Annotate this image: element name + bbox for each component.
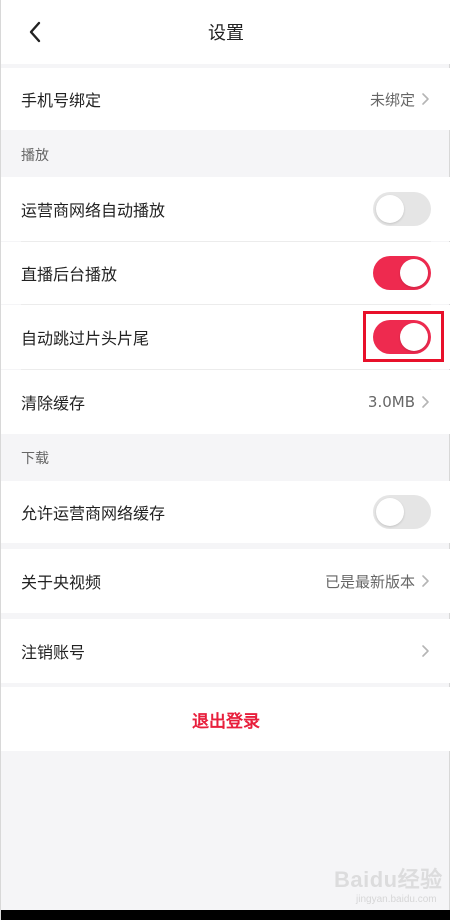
section-title-download: 下载 [21, 451, 49, 467]
phone-binding-label: 手机号绑定 [21, 91, 102, 110]
about-row[interactable]: 关于央视频 已是最新版本 [1, 549, 450, 613]
clear-cache-row[interactable]: 清除缓存 3.0MB [1, 370, 450, 434]
clear-cache-label: 清除缓存 [21, 394, 86, 413]
watermark-logo: Baidu经验 [334, 867, 443, 892]
live-background-toggle[interactable] [373, 256, 431, 290]
logout-label: 退出登录 [192, 711, 260, 732]
toggle-knob [400, 259, 428, 287]
cancel-account-row[interactable]: 注销账号 [1, 619, 450, 683]
carrier-autoplay-toggle[interactable] [373, 192, 431, 226]
chevron-right-icon [422, 93, 429, 105]
nav-header: 设置 [1, 0, 450, 64]
watermark-url: jingyan.baidu.com [356, 894, 437, 905]
bottom-bar [1, 910, 450, 920]
baidu-watermark: Baidu经验 jingyan.baidu.com [334, 862, 444, 910]
phone-binding-value: 未绑定 [369, 90, 415, 109]
page-title: 设置 [208, 23, 244, 44]
chevron-right-icon [422, 575, 429, 587]
cancel-account-label: 注销账号 [21, 643, 86, 662]
chevron-right-icon [422, 645, 429, 657]
chevron-right-icon [422, 396, 429, 408]
toggle-knob [376, 498, 404, 526]
about-value: 已是最新版本 [324, 572, 415, 591]
skip-intro-label: 自动跳过片头片尾 [21, 329, 150, 348]
carrier-cache-row: 允许运营商网络缓存 [1, 481, 450, 543]
settings-screen: 设置 手机号绑定 未绑定 播放 运营商网络自动播放 直播后台播放 自动跳过片头片… [0, 0, 450, 920]
toggle-knob [376, 195, 404, 223]
section-title-playback: 播放 [21, 148, 49, 164]
logout-button[interactable]: 退出登录 [1, 687, 450, 751]
live-background-label: 直播后台播放 [21, 265, 118, 284]
clear-cache-value: 3.0MB [367, 393, 415, 411]
carrier-cache-label: 允许运营商网络缓存 [21, 504, 166, 523]
about-label: 关于央视频 [21, 573, 102, 592]
carrier-autoplay-label: 运营商网络自动播放 [21, 201, 166, 220]
phone-binding-row[interactable]: 手机号绑定 未绑定 [1, 68, 450, 130]
carrier-cache-toggle[interactable] [373, 495, 431, 529]
live-background-row: 直播后台播放 [1, 242, 450, 304]
carrier-autoplay-row: 运营商网络自动播放 [1, 177, 450, 241]
highlight-annotation-box [363, 311, 444, 362]
